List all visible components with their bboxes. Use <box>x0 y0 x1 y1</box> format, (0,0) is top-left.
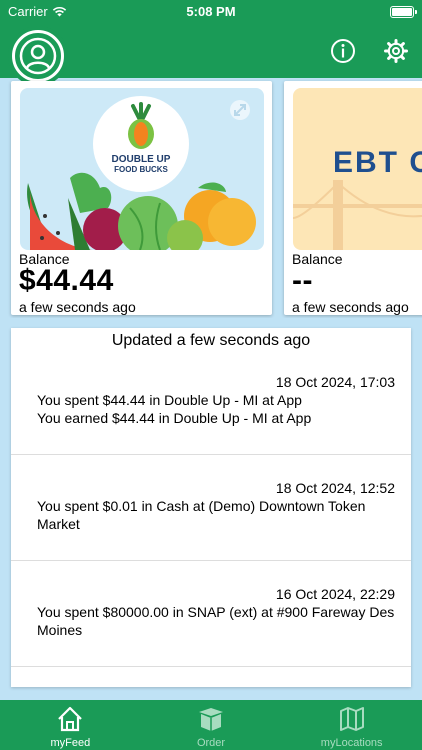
double-up-logo: DOUBLE UP FOOD BUCKS <box>93 96 189 192</box>
entry-date: 18 Oct 2024, 17:03 <box>275 374 395 390</box>
status-bar: Carrier 5:08 PM <box>0 0 422 24</box>
tab-mylocations[interactable]: myLocations <box>281 700 422 750</box>
balance-value: $44.44 <box>19 264 114 297</box>
box-icon <box>199 708 223 731</box>
info-icon[interactable] <box>330 38 356 64</box>
feed-entry[interactable]: 16 Oct 2024, 22:29 You spent $80000.00 i… <box>11 561 411 667</box>
balance-value: -- <box>292 264 313 297</box>
status-time: 5:08 PM <box>186 4 236 19</box>
balance-card-carousel[interactable]: DOUBLE UP FOOD BUCKS Balance $44.44 a fe… <box>0 78 422 318</box>
tab-label: myFeed <box>50 737 91 749</box>
double-up-card-image: DOUBLE UP FOOD BUCKS <box>20 88 264 250</box>
entry-line: You spent $44.44 in Double Up - MI at Ap… <box>37 392 302 408</box>
logo-line-1: DOUBLE UP <box>111 154 171 165</box>
home-icon <box>58 706 83 732</box>
balance-updated: a few seconds ago <box>292 299 409 315</box>
ebt-card[interactable]: EBT C Balance -- a few seconds ago <box>284 81 422 315</box>
entry-line: You spent $80000.00 in SNAP (ext) at #90… <box>37 604 395 638</box>
carrot-icon <box>128 102 154 149</box>
person-circle-icon <box>19 37 57 75</box>
tab-label: myLocations <box>320 737 383 749</box>
entry-line: You earned $44.44 in Double Up - MI at A… <box>37 410 312 426</box>
tab-order[interactable]: Order <box>141 700 282 750</box>
gear-icon[interactable] <box>383 38 409 64</box>
tab-label: Order <box>196 737 226 749</box>
feed-updated-text: Updated a few seconds ago <box>111 332 311 349</box>
entry-date: 18 Oct 2024, 12:52 <box>275 480 395 496</box>
double-up-card[interactable]: DOUBLE UP FOOD BUCKS Balance $44.44 a fe… <box>11 81 272 315</box>
logo-line-2: FOOD BUCKS <box>114 165 168 174</box>
tab-bar: myFeed Order myLocations <box>0 700 422 750</box>
feed-entry[interactable]: 18 Oct 2024, 17:03 You spent $44.44 in D… <box>11 358 411 455</box>
expand-icon <box>230 100 250 120</box>
map-icon <box>339 707 364 731</box>
tab-myfeed[interactable]: myFeed <box>0 700 141 750</box>
entry-date: 16 Oct 2024, 22:29 <box>275 586 395 602</box>
battery-icon <box>390 6 417 18</box>
entry-line: You spent $0.01 in Cash at (Demo) Downto… <box>37 498 366 532</box>
feed-entry[interactable]: 18 Oct 2024, 12:52 You spent $0.01 in Ca… <box>11 455 411 561</box>
ebt-logo-text: EBT C <box>333 146 422 179</box>
profile-button[interactable] <box>12 30 64 82</box>
balance-updated: a few seconds ago <box>19 299 136 315</box>
transaction-feed[interactable]: Updated a few seconds ago 18 Oct 2024, 1… <box>11 328 411 687</box>
ebt-card-image: EBT C <box>293 88 422 250</box>
